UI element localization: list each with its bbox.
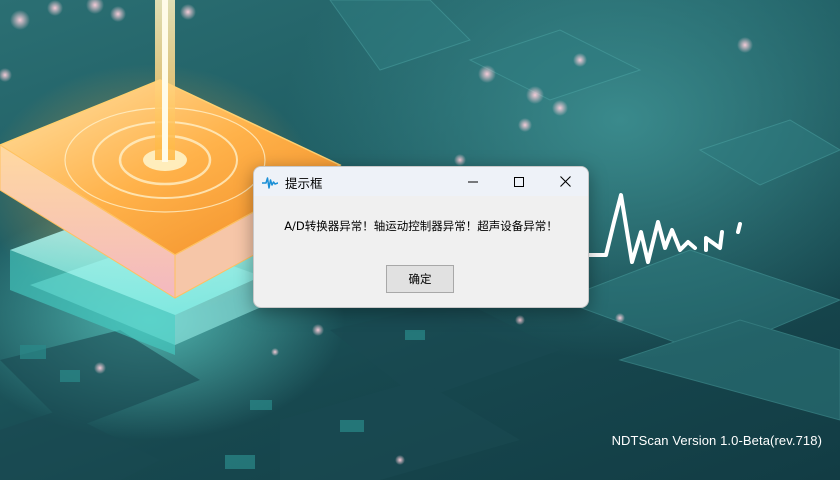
dialog-title: 提示框 xyxy=(285,176,323,191)
dialog-titlebar[interactable]: 提示框 xyxy=(254,167,588,196)
minimize-icon xyxy=(468,181,478,182)
maximize-icon xyxy=(514,176,524,187)
waveform-ndt-logo xyxy=(586,193,742,264)
close-button[interactable] xyxy=(542,167,588,196)
minimize-button[interactable] xyxy=(450,167,496,196)
message-dialog: 提示框 A/D转换器异常！轴运动控制器异常！超声设备异常！ 确定 xyxy=(253,166,589,308)
close-icon xyxy=(559,176,571,187)
waveform-icon xyxy=(262,177,278,189)
dialog-message: A/D转换器异常！轴运动控制器异常！超声设备异常！ xyxy=(284,219,558,233)
maximize-button[interactable] xyxy=(496,167,542,196)
ok-button[interactable]: 确定 xyxy=(386,265,454,293)
version-label: NDTScan Version 1.0-Beta(rev.718) xyxy=(611,433,822,448)
